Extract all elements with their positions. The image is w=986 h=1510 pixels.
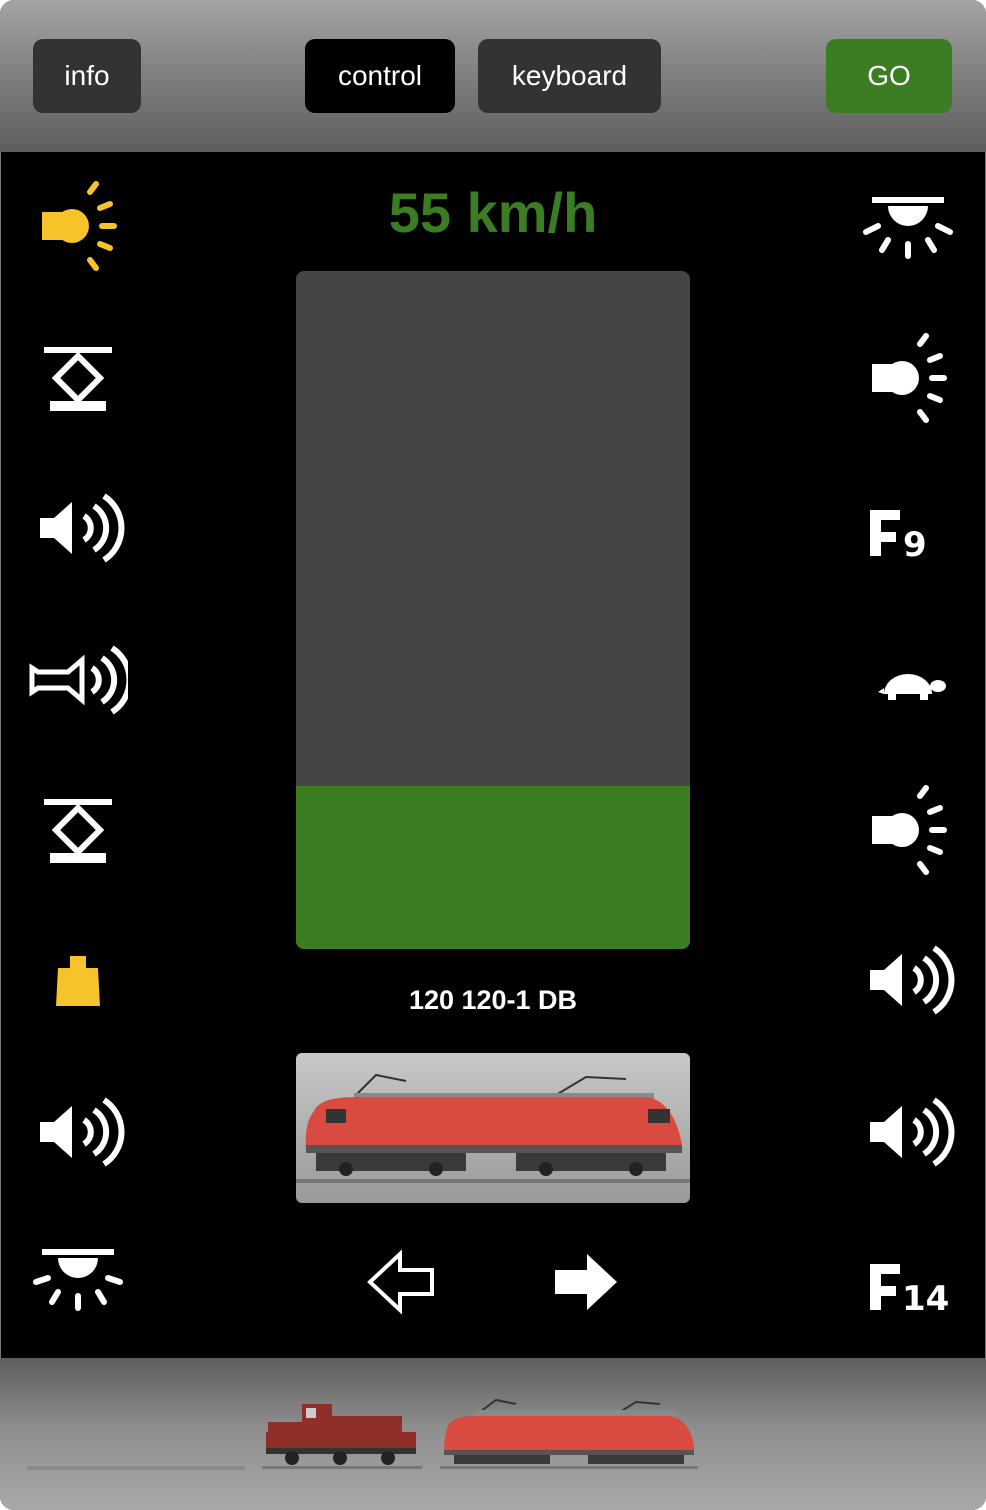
svg-text:14: 14 (902, 1279, 949, 1319)
headlight-icon (872, 785, 947, 875)
loco-thumb-electric[interactable] (440, 1396, 698, 1472)
speed-slider-fill (296, 786, 690, 949)
loco-slot-empty[interactable] (27, 1466, 245, 1470)
pantograph-icon (44, 347, 112, 411)
direction-forward-button[interactable] (533, 1228, 637, 1336)
cab-light-icon (33, 1249, 123, 1311)
cab-light-icon (863, 197, 953, 259)
function-button-cab-light-left[interactable] (28, 1232, 128, 1332)
function-button-headlight-right-2[interactable] (858, 780, 958, 880)
function-button-horn[interactable] (28, 630, 128, 730)
svg-text:9: 9 (903, 525, 927, 565)
function-button-pantograph-1[interactable] (28, 330, 128, 430)
sound-icon (870, 945, 955, 1015)
weight-icon (56, 956, 100, 1006)
function-button-f14[interactable]: 14 (858, 1240, 958, 1340)
function-button-sound-1[interactable] (28, 478, 128, 578)
function-button-headlight[interactable] (28, 176, 128, 276)
function-button-pantograph-2[interactable] (28, 782, 128, 882)
keyboard-tab[interactable]: keyboard (478, 39, 661, 113)
f9-label-icon: 9 (870, 510, 927, 565)
top-toolbar: info control keyboard GO (0, 0, 986, 152)
speed-display: 55 km/h (388, 181, 598, 244)
function-button-weight[interactable] (28, 934, 128, 1034)
horn-icon (29, 645, 128, 715)
electric-loco-picture (296, 1073, 690, 1183)
arrow-left-icon (367, 1249, 434, 1315)
diesel-loco-icon (262, 1404, 422, 1469)
control-tab[interactable]: control (305, 39, 455, 113)
function-button-cab-light-right[interactable] (858, 176, 958, 276)
go-button[interactable]: GO (826, 39, 952, 113)
sound-icon (40, 493, 125, 563)
arrow-right-icon (555, 1254, 617, 1310)
app-frame: info control keyboard GO 9 14 55 km/h 12… (0, 0, 986, 1510)
function-button-sound-right-2[interactable] (858, 1082, 958, 1182)
turtle-icon (878, 674, 946, 700)
headlight-icon (42, 181, 117, 271)
loco-name: 120 120-1 DB (408, 985, 578, 1015)
function-button-sound-right-1[interactable] (858, 930, 958, 1030)
electric-loco-icon (440, 1398, 698, 1469)
pantograph-icon (44, 799, 112, 863)
sound-icon (40, 1097, 125, 1167)
loco-image (296, 1053, 690, 1203)
sound-icon (870, 1097, 955, 1167)
function-button-f9[interactable]: 9 (858, 486, 958, 586)
function-button-turtle[interactable] (858, 632, 958, 732)
direction-reverse-button[interactable] (350, 1228, 454, 1336)
function-button-sound-2[interactable] (28, 1082, 128, 1182)
speed-slider[interactable] (296, 271, 690, 949)
function-button-headlight-right-1[interactable] (858, 328, 958, 428)
f14-label-icon: 14 (870, 1264, 949, 1319)
loco-thumb-diesel[interactable] (262, 1396, 422, 1472)
info-button[interactable]: info (33, 39, 141, 113)
headlight-icon (872, 333, 947, 423)
